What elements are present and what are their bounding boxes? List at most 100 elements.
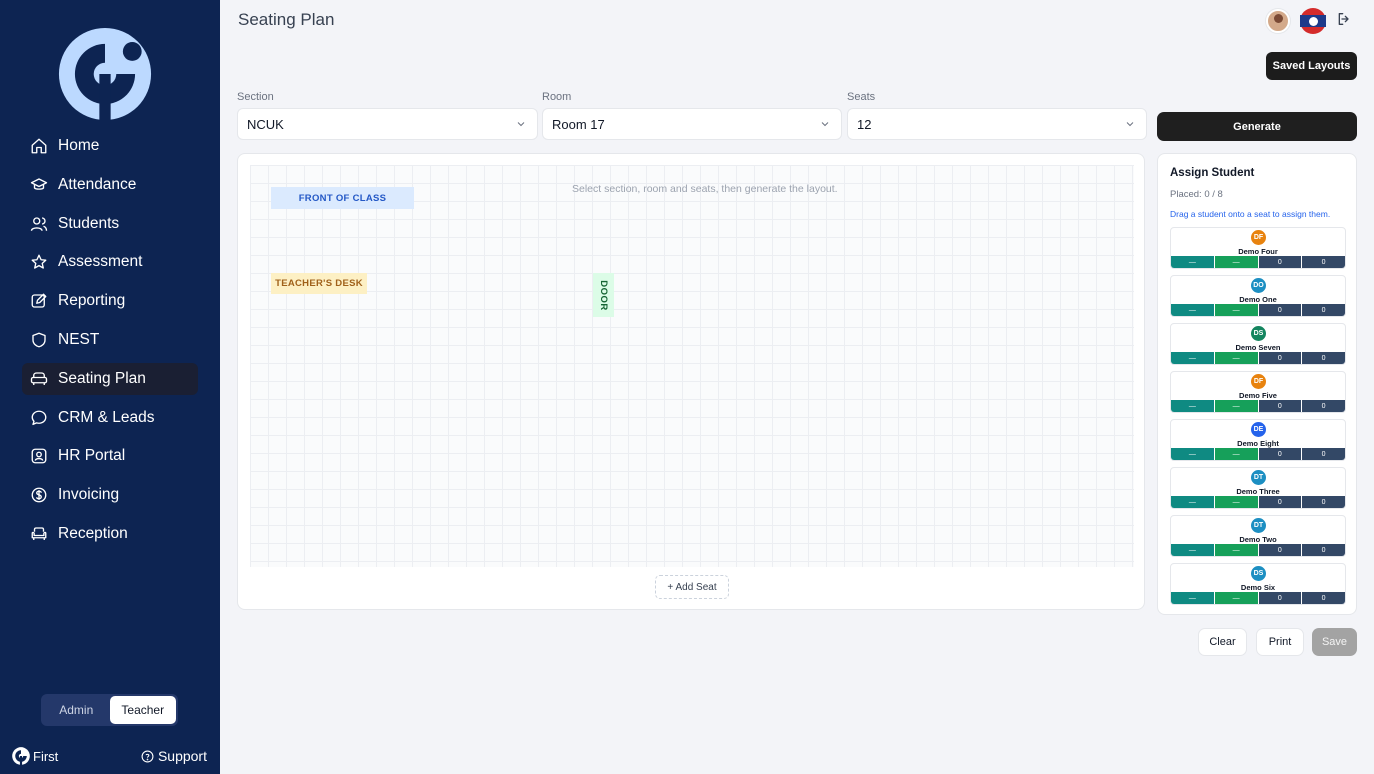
edit-icon [31, 293, 47, 308]
student-stat: 0 [1258, 496, 1302, 508]
student-avatar: DS [1251, 326, 1266, 341]
sidebar-item-label: Home [58, 137, 100, 154]
student-stat: 0 [1302, 400, 1345, 412]
student-stat: — [1214, 256, 1258, 268]
language-flag-icon[interactable] [1300, 8, 1326, 34]
student-stat: 0 [1258, 256, 1302, 268]
student-stat: 0 [1302, 448, 1345, 460]
armchair-icon [31, 527, 47, 540]
seating-grid[interactable]: Select section, room and seats, then gen… [250, 165, 1134, 567]
student-stat: 0 [1302, 256, 1345, 268]
student-card[interactable]: DO Demo One — —0 0 [1170, 275, 1346, 317]
student-stat: — [1214, 304, 1258, 316]
seats-value: 12 [857, 116, 872, 132]
sidebar-item-crm-leads[interactable]: CRM & Leads [22, 402, 198, 434]
student-card[interactable]: DT Demo Two — —0 0 [1170, 515, 1346, 557]
door-marker[interactable]: DOOR [593, 273, 614, 317]
teachers-desk-marker[interactable]: TEACHER'S DESK [271, 273, 367, 294]
student-stat: 0 [1258, 592, 1302, 604]
sidebar-item-hr-portal[interactable]: HR Portal [22, 440, 198, 472]
student-stat: — [1171, 544, 1214, 556]
role-admin-button[interactable]: Admin [43, 696, 110, 724]
student-stat: 0 [1258, 544, 1302, 556]
student-avatar: DS [1251, 566, 1266, 581]
room-label: Room [542, 91, 572, 103]
student-card[interactable]: DS Demo Seven — —0 0 [1170, 323, 1346, 365]
student-stats: — —0 0 [1171, 352, 1345, 364]
logout-button[interactable] [1336, 11, 1352, 32]
drag-hint: Drag a student onto a seat to assign the… [1170, 209, 1331, 219]
student-stat: 0 [1302, 352, 1345, 364]
logout-icon [1338, 12, 1349, 25]
seats-select[interactable]: 12 [847, 108, 1147, 140]
role-toggle: Admin Teacher [41, 694, 178, 726]
student-stat: — [1214, 496, 1258, 508]
generate-button[interactable]: Generate [1157, 112, 1357, 141]
graduation-cap-icon [30, 178, 48, 190]
clear-button[interactable]: Clear [1198, 628, 1247, 656]
student-name: Demo Four [1238, 247, 1278, 256]
chat-icon [31, 410, 47, 425]
section-select[interactable]: NCUK [237, 108, 538, 140]
assign-title: Assign Student [1170, 167, 1255, 179]
student-stats: — —0 0 [1171, 400, 1345, 412]
role-teacher-button[interactable]: Teacher [109, 696, 176, 724]
sidebar-item-reporting[interactable]: Reporting [22, 285, 198, 317]
support-link[interactable]: Support [141, 748, 207, 764]
sidebar-item-home[interactable]: Home [22, 130, 198, 162]
sidebar-item-label: Assessment [58, 253, 143, 271]
student-stat: 0 [1258, 400, 1302, 412]
help-circle-icon [141, 750, 154, 762]
student-stat: 0 [1302, 496, 1345, 508]
student-card[interactable]: DS Demo Six — —0 0 [1170, 563, 1346, 605]
sidebar-item-students[interactable]: Students [22, 208, 198, 240]
users-icon [30, 216, 48, 231]
sidebar-item-assessment[interactable]: Assessment [22, 246, 198, 278]
brand-logo [58, 27, 152, 121]
sidebar-item-attendance[interactable]: Attendance [22, 169, 198, 201]
home-icon [31, 138, 47, 154]
sidebar-item-invoicing[interactable]: Invoicing [22, 479, 198, 511]
sidebar-item-reception[interactable]: Reception [22, 518, 198, 550]
sidebar-item-label: Students [58, 214, 120, 232]
student-stat: — [1171, 592, 1214, 604]
sidebar-item-label: Reception [58, 524, 128, 542]
student-card[interactable]: DF Demo Four — —0 0 [1170, 227, 1346, 269]
student-stat: — [1171, 448, 1214, 460]
student-card[interactable]: DT Demo Three — —0 0 [1170, 467, 1346, 509]
brand-footer: First [12, 747, 58, 765]
room-value: Room 17 [552, 116, 605, 132]
student-card[interactable]: DE Demo Eight — —0 0 [1170, 419, 1346, 461]
student-stat: — [1214, 592, 1258, 604]
student-stat: — [1171, 496, 1214, 508]
student-avatar: DF [1251, 230, 1266, 245]
sidebar-item-nest[interactable]: NEST [22, 324, 198, 356]
sidebar-item-label: HR Portal [58, 447, 126, 465]
dollar-icon [31, 487, 47, 503]
student-stat: — [1171, 304, 1214, 316]
save-button[interactable]: Save [1312, 628, 1357, 656]
user-avatar[interactable] [1266, 9, 1290, 33]
student-name: Demo Seven [1235, 343, 1281, 352]
student-stats: — —0 0 [1171, 592, 1345, 604]
id-badge-icon [31, 448, 47, 464]
section-label: Section [237, 91, 274, 103]
print-button[interactable]: Print [1256, 628, 1304, 656]
student-card[interactable]: DF Demo Five — —0 0 [1170, 371, 1346, 413]
sidebar-item-label: Attendance [58, 175, 137, 193]
front-of-class-marker[interactable]: FRONT OF CLASS [271, 187, 414, 209]
sidebar-item-seating-plan[interactable]: Seating Plan [22, 362, 198, 395]
brand-name: First [33, 748, 59, 764]
student-stat: 0 [1302, 544, 1345, 556]
add-seat-button[interactable]: + Add Seat [655, 575, 729, 599]
seating-canvas-card: Select section, room and seats, then gen… [237, 153, 1145, 610]
sidebar-item-label: NEST [58, 330, 100, 348]
placed-count: Placed: 0 / 8 [1170, 189, 1223, 200]
student-stats: — —0 0 [1171, 448, 1345, 460]
header-actions [1266, 8, 1352, 34]
student-name: Demo Five [1239, 391, 1277, 400]
room-select[interactable]: Room 17 [542, 108, 842, 140]
section-value: NCUK [247, 116, 284, 132]
student-stat: — [1214, 544, 1258, 556]
saved-layouts-button[interactable]: Saved Layouts [1266, 52, 1357, 80]
